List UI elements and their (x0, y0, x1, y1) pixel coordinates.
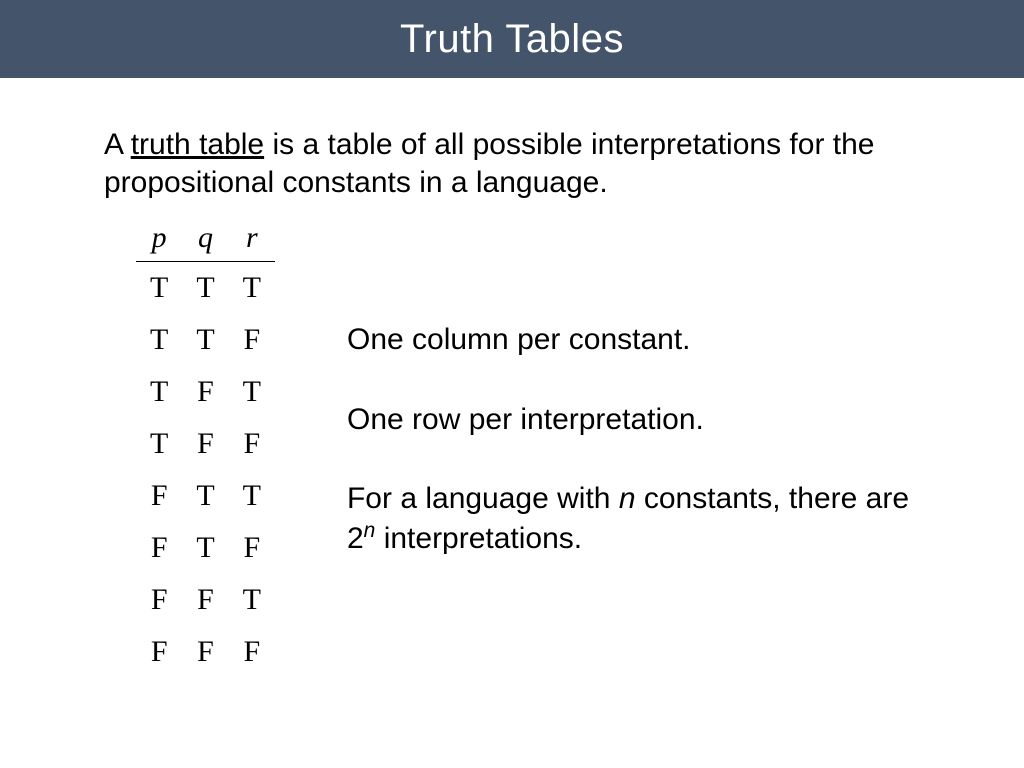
cell: T (182, 262, 228, 315)
slide-title: Truth Tables (400, 17, 624, 62)
table-row: TFT (136, 366, 275, 418)
cell: F (229, 418, 275, 470)
note-count-sup: n (364, 519, 376, 542)
col-header-q: q (182, 221, 228, 262)
note-column: One column per constant. (347, 321, 934, 359)
table-row: FFT (136, 574, 275, 626)
intro-term: truth table (131, 128, 264, 161)
table-row: TTF (136, 314, 275, 366)
truth-table: p q r TTT TTF TFT TFF FTT FTF FFT FFF (136, 221, 275, 678)
intro-paragraph: A truth table is a table of all possible… (104, 126, 934, 201)
cell: T (229, 262, 275, 315)
cell: T (229, 366, 275, 418)
cell: F (229, 522, 275, 574)
slide-content: A truth table is a table of all possible… (0, 78, 1024, 678)
col-header-r: r (229, 221, 275, 262)
table-header-row: p q r (136, 221, 275, 262)
cell: T (182, 470, 228, 522)
note-count-post: interpretations. (375, 522, 582, 555)
note-count: For a language with n constants, there a… (347, 480, 934, 557)
cell: F (136, 470, 182, 522)
cell: F (136, 522, 182, 574)
cell: F (136, 626, 182, 678)
cell: T (136, 366, 182, 418)
title-bar: Truth Tables (0, 0, 1024, 78)
intro-pre: A (104, 128, 131, 161)
cell: T (229, 574, 275, 626)
cell: T (136, 418, 182, 470)
cell: T (229, 470, 275, 522)
cell: T (136, 262, 182, 315)
table-row: TFF (136, 418, 275, 470)
note-count-n: n (619, 482, 636, 515)
table-row: TTT (136, 262, 275, 315)
cell: F (229, 626, 275, 678)
note-count-pre: For a language with (347, 482, 619, 515)
cell: T (136, 314, 182, 366)
cell: F (182, 418, 228, 470)
cell: T (182, 314, 228, 366)
notes: One column per constant. One row per int… (347, 321, 934, 599)
cell: F (229, 314, 275, 366)
table-row: FTF (136, 522, 275, 574)
cell: T (182, 522, 228, 574)
cell: F (182, 626, 228, 678)
table-body: TTT TTF TFT TFF FTT FTF FFT FFF (136, 262, 275, 679)
cell: F (136, 574, 182, 626)
cell: F (182, 574, 228, 626)
note-row: One row per interpretation. (347, 401, 934, 439)
table-row: FFF (136, 626, 275, 678)
col-header-p: p (136, 221, 182, 262)
table-row: FTT (136, 470, 275, 522)
body-row: p q r TTT TTF TFT TFF FTT FTF FFT FFF On… (104, 217, 934, 678)
cell: F (182, 366, 228, 418)
